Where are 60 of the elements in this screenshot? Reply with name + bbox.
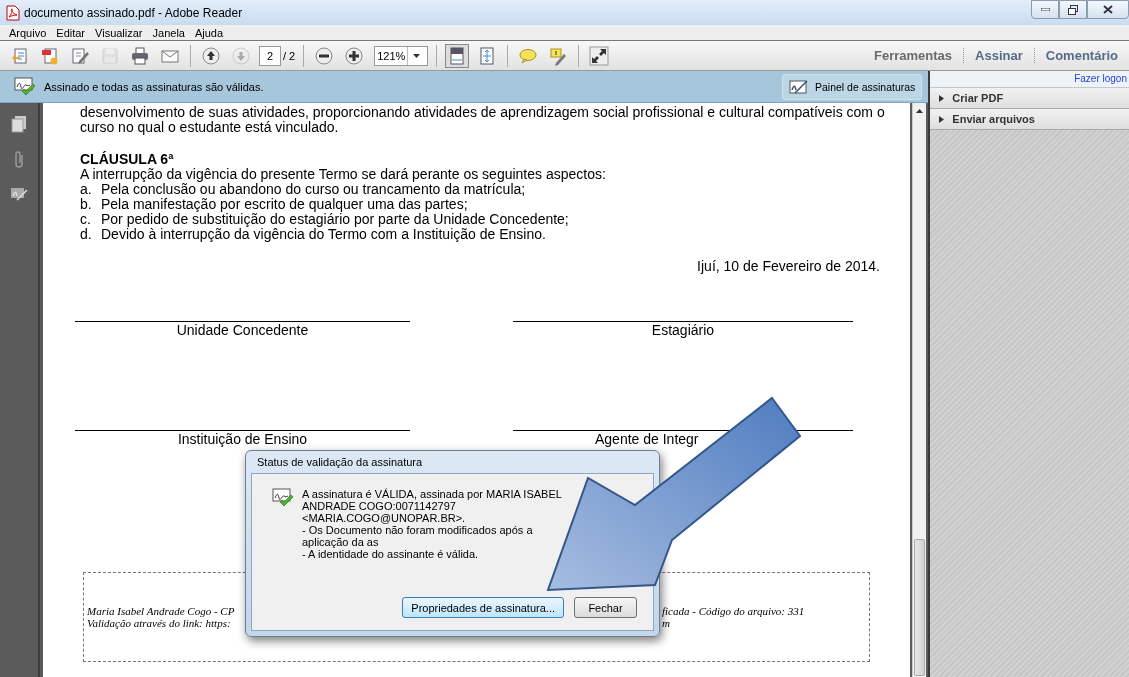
menu-item[interactable]: Arquivo bbox=[4, 26, 52, 39]
panel-section[interactable]: Enviar arquivos bbox=[930, 109, 1129, 130]
scrollbar-thumb[interactable] bbox=[914, 539, 925, 676]
pdf-file-icon bbox=[6, 4, 20, 21]
menu-item[interactable]: Editar bbox=[51, 26, 91, 39]
dialog-title: Status de validação da assinatura bbox=[256, 455, 424, 470]
signature-status-message: Assinado e todas as assinaturas são válidas. bbox=[44, 80, 264, 93]
menu-item[interactable]: Visualizar bbox=[90, 26, 148, 39]
signature-line: Instituição de Ensino bbox=[75, 430, 410, 447]
restore-icon bbox=[1068, 4, 1078, 15]
list-item-text: Devido à interrupção da vigência do Termo com a Instituição de Ensino. bbox=[101, 227, 546, 242]
pane-tab[interactable]: Ferramentas bbox=[863, 48, 964, 63]
date-line: Ijuí, 10 de Fevereiro de 2014. bbox=[696, 259, 880, 274]
restore-button[interactable] bbox=[1059, 0, 1087, 19]
panel-section[interactable]: Criar PDF bbox=[930, 88, 1129, 109]
window-title: documento assinado.pdf - Adobe Reader bbox=[24, 5, 243, 20]
dialog-button[interactable]: Propriedades de assinatura... bbox=[402, 597, 564, 618]
list-item-text: Pela manifestação por escrito de qualquer uma das partes; bbox=[101, 197, 468, 212]
page-count: / 2 bbox=[283, 49, 296, 62]
menu-item[interactable]: Ajuda bbox=[189, 26, 229, 39]
close-button[interactable] bbox=[1087, 0, 1129, 19]
expand-icon[interactable] bbox=[587, 43, 612, 68]
dialog-button[interactable]: Fechar bbox=[574, 597, 637, 618]
paperclip-icon[interactable] bbox=[12, 150, 26, 170]
minimize-icon bbox=[1040, 8, 1050, 11]
pen-icon bbox=[788, 78, 809, 95]
zoom-dropdown[interactable]: 121% bbox=[374, 45, 429, 66]
paragraph-line: curso no qual o estudante está vinculado. bbox=[80, 120, 339, 135]
menu-item[interactable]: Janela bbox=[147, 26, 190, 39]
list-marker: d. bbox=[80, 227, 93, 242]
scrollbar[interactable] bbox=[912, 103, 926, 677]
signature-panel-button[interactable]: Painel de assinaturas bbox=[781, 73, 923, 100]
signature-valid-icon bbox=[272, 488, 294, 508]
close-icon bbox=[1103, 5, 1113, 14]
dropdown-caret-icon[interactable] bbox=[412, 53, 420, 58]
pane-tab[interactable]: Comentário bbox=[1033, 48, 1129, 63]
login-link[interactable]: Fazer logon bbox=[930, 71, 1129, 88]
paragraph-line: A interrupção da vigência do presente Termo se dará perante os seguintes aspectos: bbox=[80, 167, 607, 182]
stamp-text: m bbox=[662, 617, 670, 629]
status-text: A assinatura é VÁLIDA, assinada por MARIA ISABEL ANDRADE COGO:0071142797 <MARIA.COGO@UNOPAR.BR>. bbox=[302, 488, 563, 524]
list-marker: a. bbox=[80, 182, 93, 197]
signature-valid-icon bbox=[14, 76, 36, 97]
list-marker: c. bbox=[80, 212, 92, 227]
stamp-text: Validação através do link: https: bbox=[87, 617, 231, 629]
signature-icon[interactable] bbox=[10, 187, 28, 201]
signature-line: Estagiário bbox=[513, 321, 853, 338]
list-marker: b. bbox=[80, 197, 93, 212]
stamp-text: Maria Isabel Andrade Cogo - CP bbox=[87, 605, 235, 617]
status-text: - Os Documento não foram modificados após a aplicação da as bbox=[302, 524, 534, 548]
status-text: - A identidade do assinante é válida. bbox=[302, 548, 480, 560]
clause-heading: CLÁUSULA 6ª bbox=[80, 152, 175, 167]
pages-icon[interactable] bbox=[11, 115, 27, 133]
signature-line: Unidade Concedente bbox=[75, 321, 410, 338]
list-item-text: Por pedido de substituição do estagiário por parte da Unidade Concedente; bbox=[101, 212, 569, 227]
list-item-text: Pela conclusão ou abandono do curso ou trancamento da matrícula; bbox=[101, 182, 526, 197]
pane-tab[interactable]: Assinar bbox=[963, 48, 1034, 63]
scroll-up-icon[interactable] bbox=[916, 109, 923, 113]
page-number-field[interactable]: 2 bbox=[259, 45, 281, 66]
fit-page-icon[interactable] bbox=[445, 43, 470, 68]
stamp-text: ficada - Código do arquivo: 331 bbox=[662, 605, 805, 617]
